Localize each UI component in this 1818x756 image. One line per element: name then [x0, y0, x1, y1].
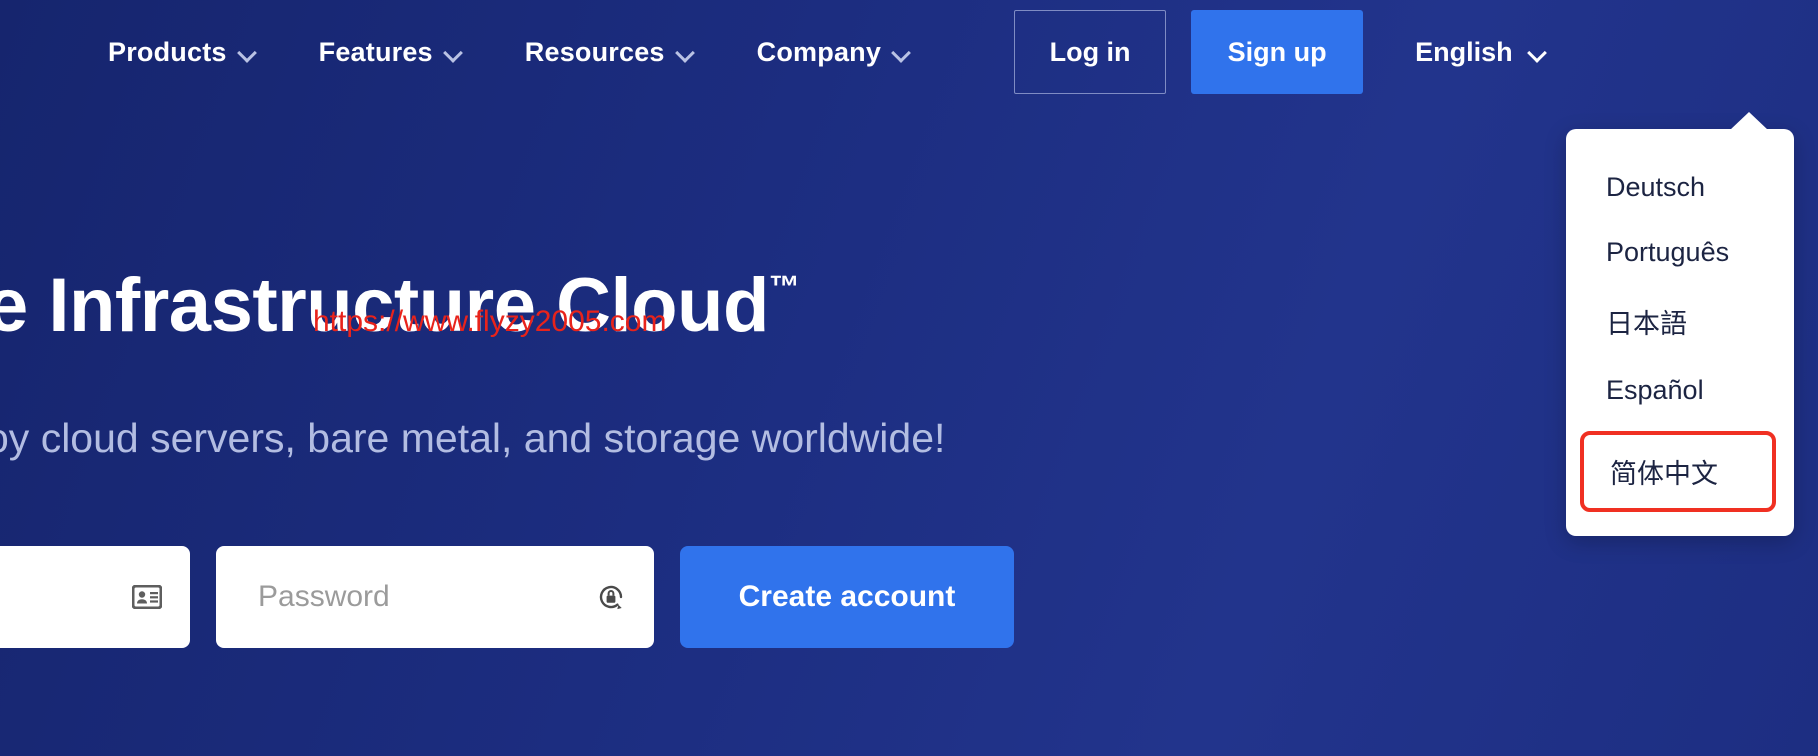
language-switcher-label: English	[1415, 36, 1513, 67]
nav-item-products[interactable]: Products	[108, 37, 255, 68]
sign-up-button[interactable]: Sign up	[1191, 10, 1364, 94]
nav-item-company[interactable]: Company	[757, 37, 909, 68]
dropdown-caret-icon	[1730, 112, 1768, 130]
chevron-down-icon	[677, 46, 693, 62]
nav-item-label: Resources	[524, 36, 665, 67]
language-option-japanese[interactable]: 日本語	[1566, 285, 1794, 358]
nav-menu: Products Features Resources Company	[108, 37, 909, 68]
language-option-portugues[interactable]: Português	[1566, 220, 1794, 285]
page-title-text: e Infrastructure Cloud	[0, 263, 769, 348]
create-account-button[interactable]: Create account	[680, 546, 1014, 648]
nav-actions: Log in Sign up English	[1014, 10, 1545, 94]
language-option-espanol[interactable]: Español	[1566, 358, 1794, 423]
password-lock-icon[interactable]	[594, 580, 628, 614]
nav-item-features[interactable]: Features	[319, 37, 461, 68]
chevron-down-icon	[893, 46, 909, 62]
language-switcher[interactable]: English	[1415, 37, 1545, 68]
contact-card-icon[interactable]	[130, 580, 164, 614]
main-navbar: Products Features Resources Company Log …	[0, 0, 1818, 104]
email-field[interactable]	[0, 546, 190, 648]
page-subtitle: oy cloud servers, bare metal, and storag…	[0, 415, 946, 461]
signup-form: Password Create account	[0, 546, 1014, 648]
landing-page: Products Features Resources Company Log …	[0, 0, 1818, 756]
trademark-symbol: ™	[768, 269, 800, 304]
password-field-placeholder: Password	[258, 580, 390, 613]
language-option-deutsch[interactable]: Deutsch	[1566, 155, 1794, 220]
language-dropdown-menu: Deutsch Português 日本語 Español 简体中文	[1566, 112, 1794, 536]
nav-item-label: Company	[756, 36, 882, 67]
chevron-down-icon	[1529, 46, 1545, 62]
nav-item-label: Features	[318, 36, 433, 67]
chevron-down-icon	[239, 46, 255, 62]
chevron-down-icon	[445, 46, 461, 62]
nav-item-label: Products	[108, 36, 227, 67]
language-option-simplified-chinese[interactable]: 简体中文	[1580, 431, 1776, 512]
log-in-button[interactable]: Log in	[1014, 10, 1167, 94]
nav-item-resources[interactable]: Resources	[525, 37, 693, 68]
password-field[interactable]: Password	[216, 546, 654, 648]
page-title: e Infrastructure Cloud™	[0, 262, 800, 349]
